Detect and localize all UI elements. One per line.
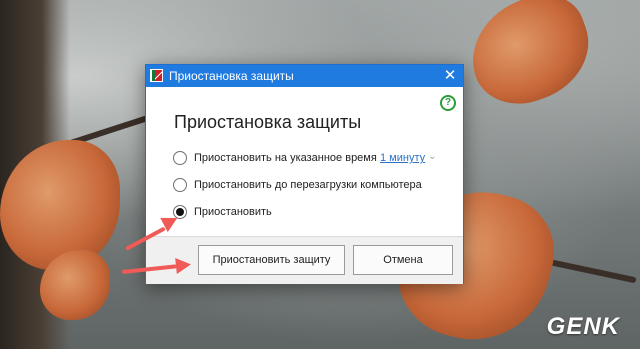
cancel-button[interactable]: Отмена	[353, 245, 453, 275]
radio-button[interactable]	[173, 178, 187, 192]
autumn-leaf	[456, 0, 604, 118]
window-title: Приостановка защиты	[169, 69, 294, 83]
title-bar: Приостановка защиты ✕	[146, 65, 463, 87]
pause-protection-dialog: Приостановка защиты ✕ ? Приостановка защ…	[145, 64, 464, 284]
option-label: Приостановить до перезагрузки компьютера	[194, 179, 422, 191]
annotation-arrowhead	[175, 256, 192, 274]
dialog-footer: Приостановить защиту Отмена	[146, 236, 463, 284]
option-label: Приостановить на указанное время	[194, 152, 377, 164]
dialog-heading: Приостановка защиты	[174, 112, 362, 132]
kaspersky-logo-icon	[150, 69, 163, 82]
chevron-down-icon[interactable]: ⌄	[428, 150, 436, 164]
close-icon[interactable]: ✕	[437, 65, 463, 87]
pause-protection-button[interactable]: Приостановить защиту	[198, 245, 345, 275]
site-watermark: GENK	[546, 313, 620, 340]
help-icon[interactable]: ?	[440, 95, 456, 111]
radio-button[interactable]	[173, 151, 187, 165]
option-label: Приостановить	[194, 206, 272, 218]
time-duration-link[interactable]: 1 минуту	[380, 151, 425, 165]
